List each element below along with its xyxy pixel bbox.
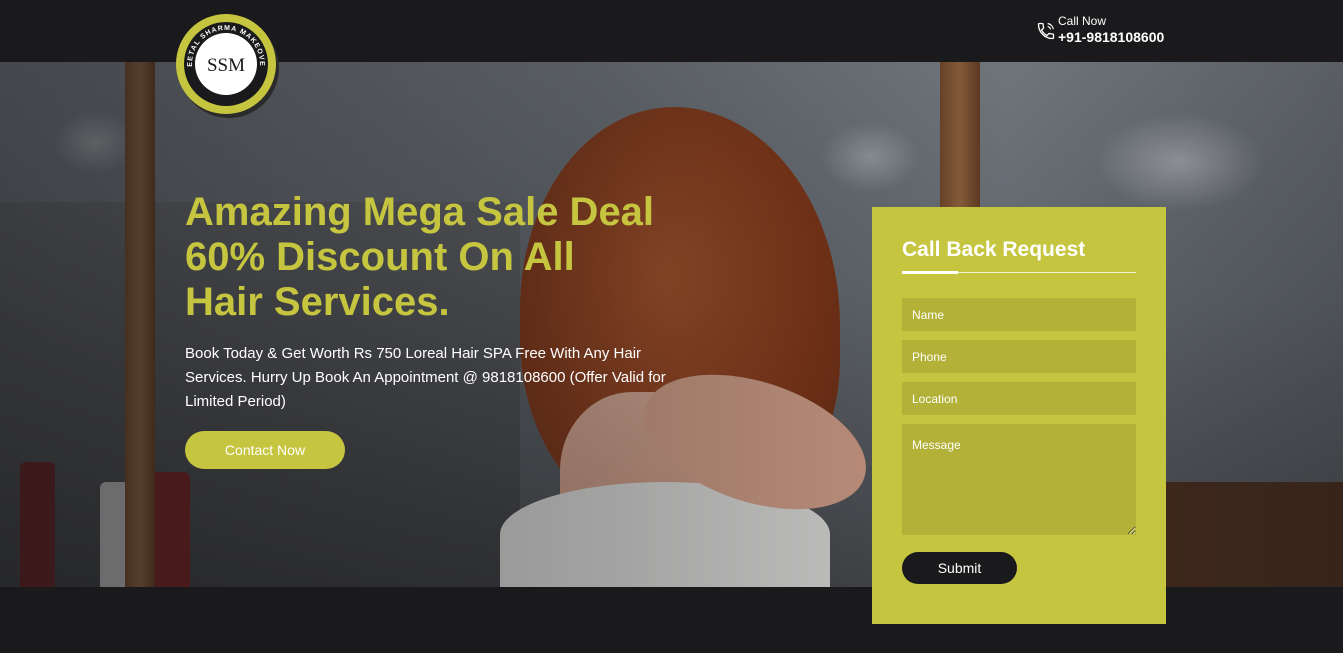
phone-field[interactable]: [902, 340, 1136, 373]
brand-logo[interactable]: SHEETAL SHARMA MAKEOVERS SSM: [176, 14, 276, 114]
hero-headline: Amazing Mega Sale Deal 60% Discount On A…: [185, 190, 705, 325]
contact-now-button[interactable]: Contact Now: [185, 431, 345, 469]
submit-button[interactable]: Submit: [902, 552, 1017, 584]
logo-emblem: SHEETAL SHARMA MAKEOVERS SSM: [176, 14, 264, 76]
title-divider-accent: [902, 271, 958, 274]
hero-description: Book Today & Get Worth Rs 750 Loreal Hai…: [185, 345, 666, 410]
call-now-label: Call Now: [1058, 14, 1107, 28]
headline-line: Hair Services.: [185, 280, 450, 324]
call-now-number[interactable]: +91-9818108600: [1058, 29, 1164, 45]
location-field[interactable]: [902, 382, 1136, 415]
headline-line: 60% Discount On All: [185, 235, 575, 279]
form-title: Call Back Request: [902, 238, 1086, 261]
name-field[interactable]: [902, 298, 1136, 331]
message-field[interactable]: [902, 424, 1136, 535]
headline-line: Amazing Mega Sale Deal: [185, 190, 655, 234]
callback-form-panel: Call Back Request Submit: [872, 207, 1166, 624]
phone-icon: [1037, 22, 1055, 40]
svg-text:SSM: SSM: [207, 55, 245, 76]
